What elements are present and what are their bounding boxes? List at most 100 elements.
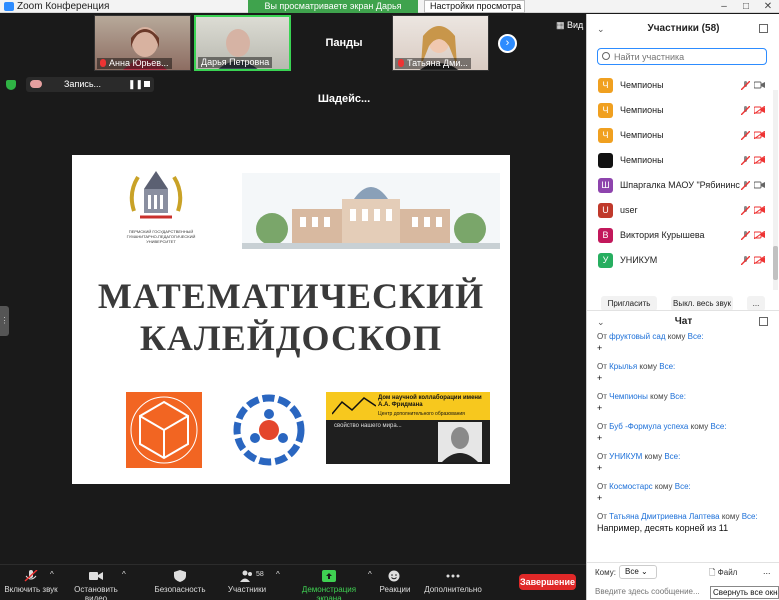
chat-file-button[interactable]: 🗋 Файл (709, 567, 737, 579)
chat-sender[interactable]: Татьяна Дмитриевна Лаптева (609, 512, 719, 521)
view-options-dropdown[interactable]: Настройки просмотра ⌄ (424, 0, 525, 22)
chat-sender[interactable]: Космостарс (609, 482, 653, 491)
invite-button[interactable]: Пригласить (601, 296, 657, 311)
video-tile-name-only[interactable]: Панды Шадейс... (298, 15, 390, 105)
chat-sender[interactable]: фруктовый сад (609, 332, 665, 341)
participant-row[interactable]: Ш Шпаргалка МАОУ "Рябининска... (587, 174, 773, 199)
chat-recipient[interactable]: Все: (688, 332, 704, 341)
tooltip-minimize-all: Свернуть все окна (710, 586, 779, 599)
video-off-icon[interactable] (754, 231, 765, 239)
minimize-button[interactable]: – (713, 0, 735, 13)
pause-recording-button[interactable]: ❚❚ (128, 78, 143, 91)
scrollbar-thumb[interactable] (773, 246, 778, 280)
mute-all-button[interactable]: Выкл. весь звук (671, 296, 733, 311)
participant-row[interactable]: В Виктория Курышева (587, 224, 773, 249)
participant-row[interactable]: Uuser (587, 199, 773, 224)
chat-sender[interactable]: Крылья (609, 362, 637, 371)
video-off-icon[interactable] (754, 106, 765, 114)
muted-mic-icon[interactable] (741, 181, 750, 190)
video-on-icon[interactable] (754, 181, 765, 189)
chat-recipient[interactable]: Все: (675, 482, 691, 491)
chat-more-button[interactable]: ... (763, 566, 771, 576)
tile-name-text: Анна Юрьев... (109, 58, 169, 68)
muted-mic-icon[interactable] (741, 256, 750, 265)
video-tile[interactable]: Анна Юрьев... (94, 15, 191, 71)
chat-message: От Крылья кому Все: + (597, 362, 773, 385)
chat-message-text: + (597, 493, 603, 503)
video-tile-active-speaker[interactable]: Дарья Петровна (194, 15, 291, 71)
chat-recipient[interactable]: Все: (659, 362, 675, 371)
chat-sender[interactable]: Чемпионы (609, 392, 648, 401)
muted-mic-icon[interactable] (741, 206, 750, 215)
encryption-shield-icon[interactable] (6, 80, 16, 90)
participant-row[interactable]: Ч Чемпионы (587, 99, 773, 124)
share-screen-button[interactable]: Демонстрация экрана (290, 570, 368, 600)
popout-chat-icon[interactable] (759, 317, 768, 326)
stop-video-button[interactable]: Остановить видео (62, 570, 130, 600)
participant-avatar: Ч (598, 78, 613, 93)
chat-from-label: От (597, 512, 607, 521)
grid-icon: ▦ (556, 20, 565, 30)
muted-mic-icon[interactable] (741, 81, 750, 90)
chat-message: От Чемпионы кому Все: + (597, 392, 773, 415)
muted-mic-icon (398, 59, 404, 67)
participant-row[interactable]: У УНИКУМ (587, 249, 773, 274)
chat-recipient[interactable]: Все: (670, 392, 686, 401)
audio-options-chevron-icon[interactable]: ^ (50, 570, 54, 579)
chat-recipient-select[interactable]: Все ⌄ (619, 565, 657, 579)
banner-title: Дом научной коллаборации имени А.А. Фрид… (378, 395, 482, 408)
participant-name: Шпаргалка МАОУ "Рябининска... (620, 180, 740, 190)
participant-search-input[interactable] (614, 50, 764, 63)
participant-search[interactable] (597, 48, 767, 65)
muted-mic-icon[interactable] (741, 231, 750, 240)
video-off-icon[interactable] (754, 256, 765, 264)
video-options-chevron-icon[interactable]: ^ (122, 570, 126, 579)
reactions-button[interactable]: Реакции (378, 570, 412, 594)
panel-drag-handle[interactable]: ⋮ (0, 306, 9, 336)
reactions-label: Реакции (379, 585, 411, 594)
participant-row[interactable]: Ч Чемпионы (587, 124, 773, 149)
math-faculty-logo-icon (126, 392, 202, 468)
video-off-icon[interactable] (754, 131, 765, 139)
view-toggle-label: Вид (567, 20, 584, 30)
video-on-icon[interactable] (754, 81, 765, 89)
video-off-icon[interactable] (754, 156, 765, 164)
chat-to-word: кому (644, 452, 663, 461)
popout-participants-icon[interactable] (759, 24, 768, 33)
participant-name: Виктория Курышева (620, 230, 705, 240)
share-options-chevron-icon[interactable]: ^ (368, 570, 372, 579)
stop-recording-button[interactable] (144, 81, 150, 87)
chat-message-text: + (597, 403, 603, 413)
chat-sender[interactable]: Буб -Формула успеха (609, 422, 688, 431)
video-tile[interactable]: Татьяна Дми... (392, 15, 489, 71)
next-page-button[interactable]: › (498, 34, 517, 53)
chat-recipient[interactable]: Все: (742, 512, 758, 521)
chat-message: От Татьяна Дмитриевна Лаптева кому Все: Н… (597, 512, 773, 535)
security-shield-icon (174, 570, 186, 582)
recording-label: Запись... (64, 79, 102, 89)
participant-row[interactable]: Чемпионы (587, 149, 773, 174)
maximize-button[interactable]: □ (735, 0, 757, 13)
view-toggle[interactable]: ▦ Вид (556, 20, 583, 31)
participants-button[interactable]: Участники (222, 570, 272, 594)
chat-from-label: От (597, 452, 607, 461)
share-screen-label: Демонстрация экрана (301, 585, 357, 600)
chat-recipient[interactable]: Все: (664, 452, 680, 461)
muted-mic-icon[interactable] (741, 131, 750, 140)
muted-mic-icon[interactable] (741, 156, 750, 165)
security-button[interactable]: Безопасность (154, 570, 206, 594)
muted-mic-icon[interactable] (741, 106, 750, 115)
chat-message: От Буб -Формула успеха кому Все: + (597, 422, 773, 445)
participants-more-button[interactable]: ... (747, 296, 765, 311)
participant-row[interactable]: Ч Чемпионы (587, 74, 773, 99)
participants-scrollbar[interactable] (773, 90, 778, 290)
more-options-button[interactable]: Дополнительно (422, 570, 484, 594)
chat-message: От фруктовый сад кому Все: + (597, 332, 773, 355)
chat-sender[interactable]: УНИКУМ (609, 452, 642, 461)
end-meeting-button[interactable]: Завершение (519, 574, 576, 590)
chat-message-meta: От Крылья кому Все: (597, 362, 773, 372)
video-off-icon[interactable] (754, 206, 765, 214)
close-button[interactable]: ✕ (757, 0, 779, 13)
participants-options-chevron-icon[interactable]: ^ (276, 570, 280, 579)
chat-recipient[interactable]: Все: (710, 422, 726, 431)
